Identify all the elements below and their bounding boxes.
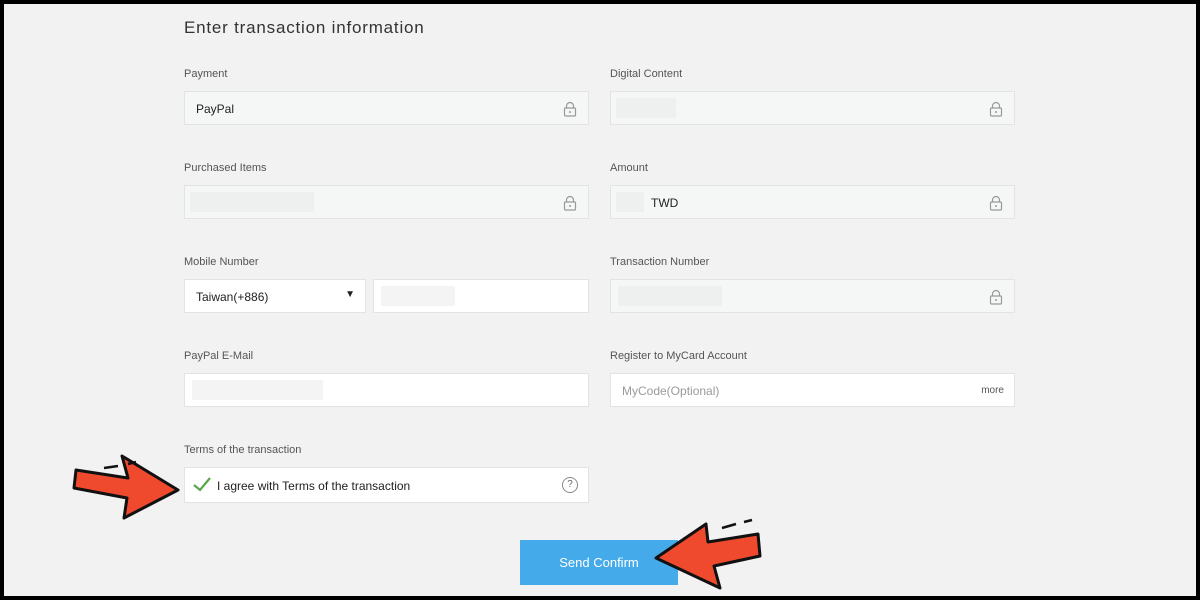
mobile-number-input[interactable] <box>373 279 589 313</box>
terms-label: Terms of the transaction <box>184 444 302 456</box>
redacted-value <box>381 286 455 306</box>
lock-icon <box>989 289 1003 305</box>
lock-icon <box>989 195 1003 211</box>
country-code-select[interactable]: Taiwan(+886) ▼ <box>184 279 366 313</box>
redacted-value <box>616 192 644 212</box>
amount-field: TWD <box>610 185 1015 219</box>
payment-value: PayPal <box>196 102 235 116</box>
amount-label: Amount <box>610 162 648 174</box>
page-title: Enter transaction information <box>184 18 425 37</box>
arrow-icon <box>654 518 762 590</box>
purchased-items-label: Purchased Items <box>184 162 267 174</box>
more-link[interactable]: more <box>981 385 1004 396</box>
help-icon[interactable]: ? <box>562 477 578 493</box>
payment-label: Payment <box>184 68 228 80</box>
lock-icon <box>563 101 577 117</box>
register-label: Register to MyCard Account <box>610 350 747 362</box>
checkmark-icon <box>193 477 211 492</box>
mycode-input[interactable]: MyCode(Optional) more <box>610 373 1015 407</box>
mobile-number-label: Mobile Number <box>184 256 259 268</box>
paypal-email-input[interactable] <box>184 373 589 407</box>
country-code-value: Taiwan(+886) <box>196 290 269 304</box>
terms-text: I agree with Terms of the transaction <box>217 479 411 493</box>
redacted-value <box>192 380 323 400</box>
arrow-icon <box>72 454 180 520</box>
mycode-placeholder: MyCode(Optional) <box>622 384 720 398</box>
terms-checkbox[interactable]: I agree with Terms of the transaction ? <box>184 467 589 503</box>
paypal-email-label: PayPal E-Mail <box>184 350 254 362</box>
lock-icon <box>989 101 1003 117</box>
redacted-value <box>618 286 722 306</box>
payment-field: PayPal <box>184 91 589 125</box>
amount-currency: TWD <box>651 196 679 210</box>
transaction-form: Enter transaction information Payment Pa… <box>4 4 1196 596</box>
transaction-number-field <box>610 279 1015 313</box>
redacted-value <box>190 192 314 212</box>
digital-content-label: Digital Content <box>610 68 683 80</box>
digital-content-field <box>610 91 1015 125</box>
dropdown-caret-icon: ▼ <box>345 289 355 300</box>
lock-icon <box>563 195 577 211</box>
purchased-items-field <box>184 185 589 219</box>
redacted-value <box>616 98 676 118</box>
transaction-number-label: Transaction Number <box>610 256 710 268</box>
